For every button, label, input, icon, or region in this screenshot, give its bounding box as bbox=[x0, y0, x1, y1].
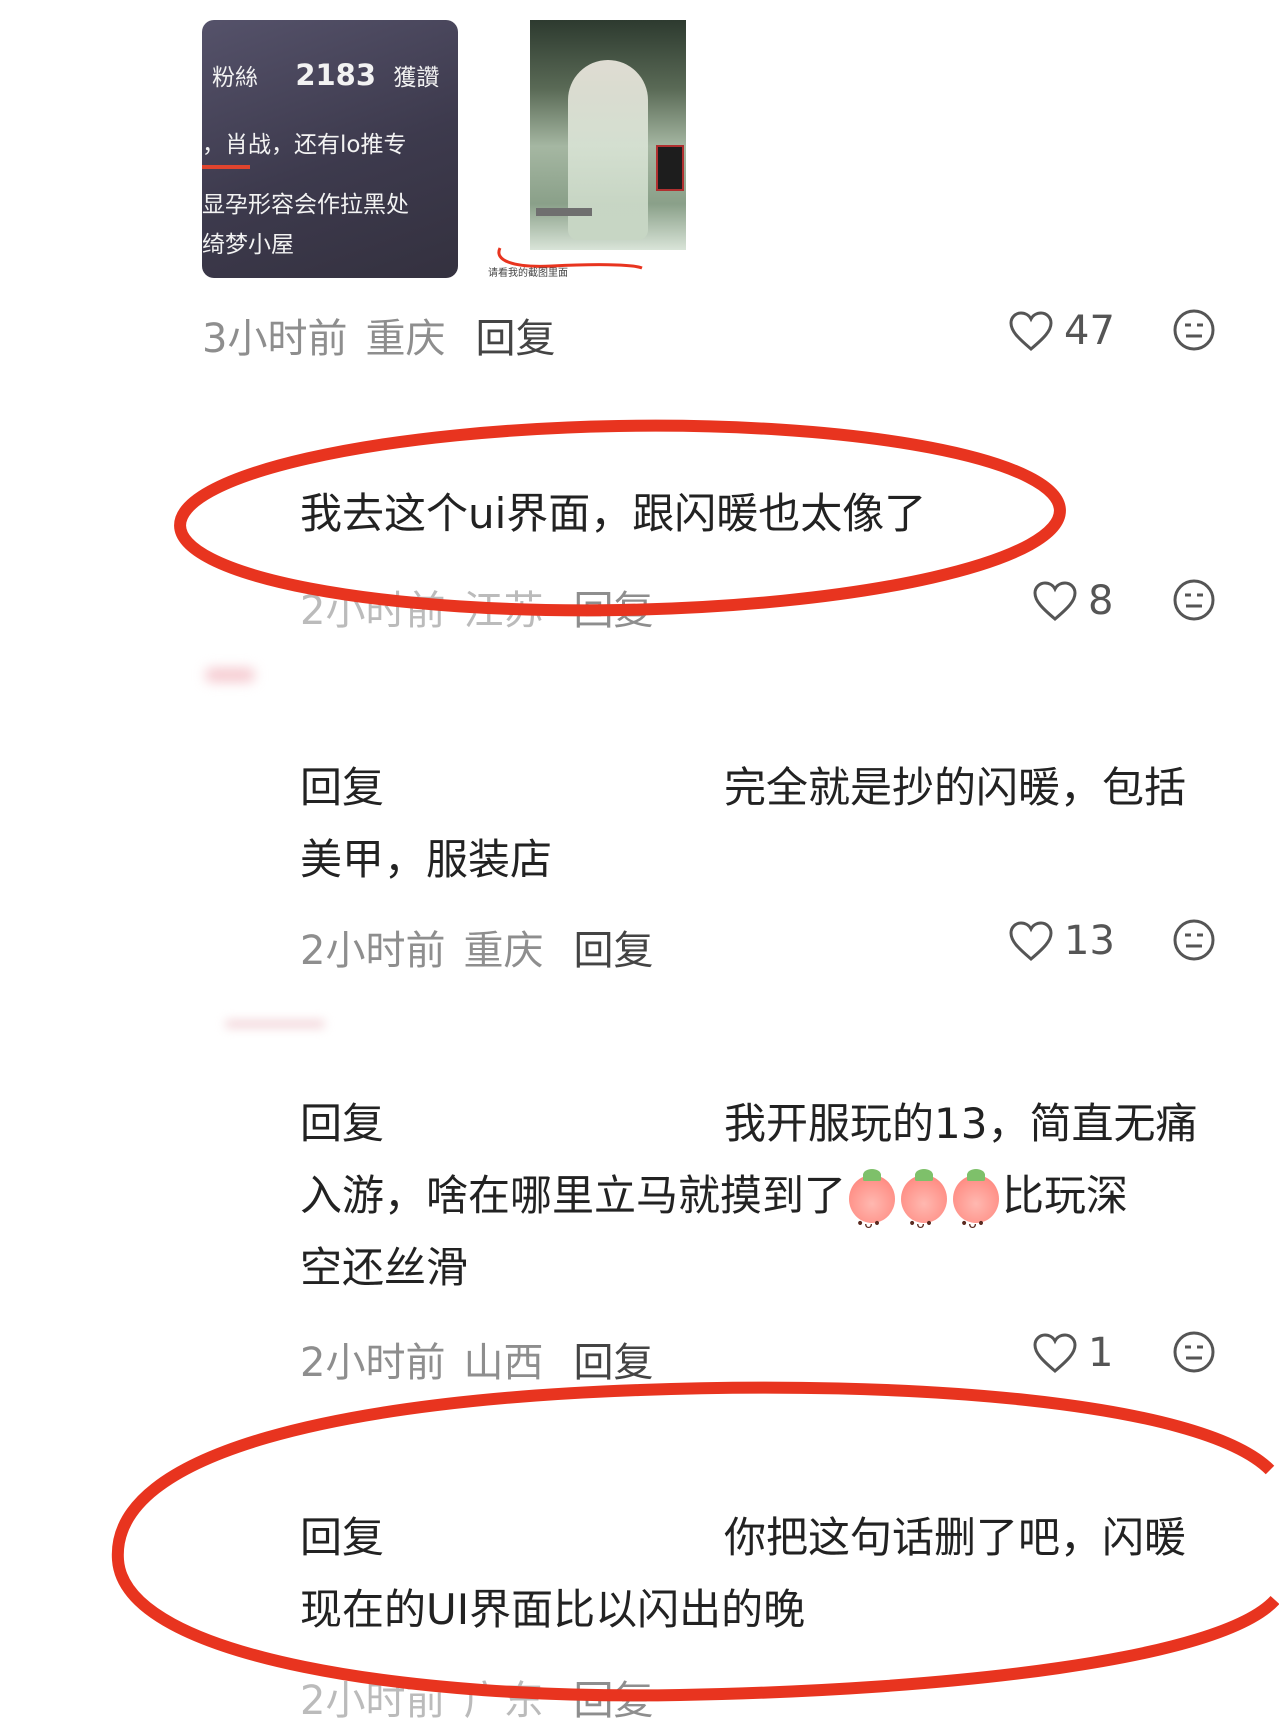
comment-text-line: 入游，啥在哪里立马就摸到了 比玩深 bbox=[300, 1160, 1129, 1260]
comment-time: 3小时前 bbox=[202, 316, 348, 362]
reply-button[interactable]: 回复 bbox=[573, 928, 653, 974]
reply-button[interactable]: 回复 bbox=[573, 1678, 653, 1724]
peach-emoji-icon bbox=[901, 1168, 948, 1260]
thumb-followers-label: 粉絲 bbox=[212, 65, 258, 91]
like-count: 47 bbox=[1064, 308, 1115, 354]
comment-meta-row: 2小时前 广东 回复 bbox=[300, 1668, 653, 1726]
face-more-icon[interactable] bbox=[1172, 1330, 1216, 1374]
comment-text-line: 美甲，服装店 bbox=[300, 835, 553, 884]
comment-time: 2小时前 bbox=[300, 928, 446, 974]
comment-time: 2小时前 bbox=[300, 1340, 446, 1386]
comment-text-line: 回复 你把这句话删了吧，闪暖 bbox=[300, 1502, 1186, 1574]
thumb2-caption: 请看我的截图里面 bbox=[488, 268, 568, 279]
comment-text: 你把这句话删了吧，闪暖 bbox=[724, 1513, 1187, 1562]
comment-text: 比玩深 bbox=[1002, 1171, 1129, 1220]
comment-location: 重庆 bbox=[365, 316, 446, 362]
blurred-avatar bbox=[225, 1020, 325, 1028]
blurred-avatar bbox=[205, 668, 255, 682]
heart-outline-icon bbox=[1009, 921, 1053, 961]
comment-time: 2小时前 bbox=[300, 1678, 446, 1724]
comment-text-line: 回复 完全就是抄的闪暖，包括 bbox=[300, 752, 1186, 824]
phone-inset bbox=[656, 145, 684, 191]
heart-outline-icon bbox=[1033, 581, 1077, 621]
like-count: 13 bbox=[1064, 918, 1115, 964]
like-count: 1 bbox=[1088, 1330, 1114, 1376]
comment-text-line: 现在的UI界面比以闪出的晚 bbox=[300, 1585, 806, 1634]
peach-emoji-icon bbox=[953, 1168, 1000, 1260]
comment-location: 江苏 bbox=[463, 588, 544, 634]
face-more-icon[interactable] bbox=[1172, 308, 1216, 352]
comment-text: 我去这个ui界面，跟闪暖也太像了 bbox=[300, 489, 927, 538]
caption-bar bbox=[536, 208, 592, 216]
like-count: 8 bbox=[1088, 578, 1114, 624]
face-more-icon[interactable] bbox=[1172, 578, 1216, 622]
face-more-icon[interactable] bbox=[1172, 918, 1216, 962]
comment-meta-row: 3小时前 重庆 回复 bbox=[202, 306, 555, 364]
like-button[interactable]: 1 bbox=[1032, 1330, 1113, 1376]
comment-text: 入游，啥在哪里立马就摸到了 bbox=[300, 1171, 847, 1220]
like-button[interactable]: 13 bbox=[1008, 918, 1115, 964]
comment-location: 广东 bbox=[463, 1678, 544, 1724]
comment-text-line: 回复 我开服玩的13，简直无痛 bbox=[300, 1088, 1197, 1160]
thumb-line-4: 绮梦小屋 bbox=[202, 232, 294, 258]
thumb-red-underline bbox=[202, 165, 250, 169]
like-button[interactable]: 47 bbox=[1008, 308, 1115, 354]
peach-emoji-icon bbox=[849, 1168, 896, 1260]
comment-text: 完全就是抄的闪暖，包括 bbox=[724, 763, 1187, 812]
comment-meta-row: 2小时前 山西 回复 bbox=[300, 1330, 653, 1388]
comment-meta-row: 2小时前 重庆 回复 bbox=[300, 918, 653, 976]
comment-time: 2小时前 bbox=[300, 588, 446, 634]
comment-text: 我开服玩的13，简直无痛 bbox=[724, 1099, 1198, 1148]
thumb-line-3: 显孕形容会作拉黑处 bbox=[202, 192, 409, 218]
thumb-followers-row: 粉絲 2183 獲讚 bbox=[212, 58, 439, 92]
thumb-likes-label: 獲讚 bbox=[393, 65, 440, 91]
comment-location: 山西 bbox=[463, 1340, 544, 1386]
reply-prefix: 回复 bbox=[300, 763, 385, 812]
reply-prefix: 回复 bbox=[300, 1099, 385, 1148]
reply-prefix: 回复 bbox=[300, 1513, 385, 1562]
reply-button[interactable]: 回复 bbox=[573, 1340, 653, 1386]
like-button[interactable]: 8 bbox=[1032, 578, 1113, 624]
heart-outline-icon bbox=[1009, 311, 1053, 351]
thumb-count: 2183 bbox=[295, 58, 377, 92]
thumbnail-profile-screenshot[interactable]: 粉絲 2183 獲讚 ，肖战，还有lo推专 显孕形容会作拉黑处 绮梦小屋 bbox=[202, 20, 458, 278]
comment-meta-row: 2小时前 江苏 回复 bbox=[300, 578, 653, 636]
heart-outline-icon bbox=[1033, 1333, 1077, 1373]
reply-button[interactable]: 回复 bbox=[475, 316, 555, 362]
comment-location: 重庆 bbox=[463, 928, 544, 974]
thumbnail-game-screenshot[interactable] bbox=[530, 20, 686, 250]
reply-button[interactable]: 回复 bbox=[573, 588, 653, 634]
thumb-line-2: ，肖战，还有lo推专 bbox=[202, 132, 407, 158]
comment-text-line: 空还丝滑 bbox=[300, 1243, 469, 1292]
